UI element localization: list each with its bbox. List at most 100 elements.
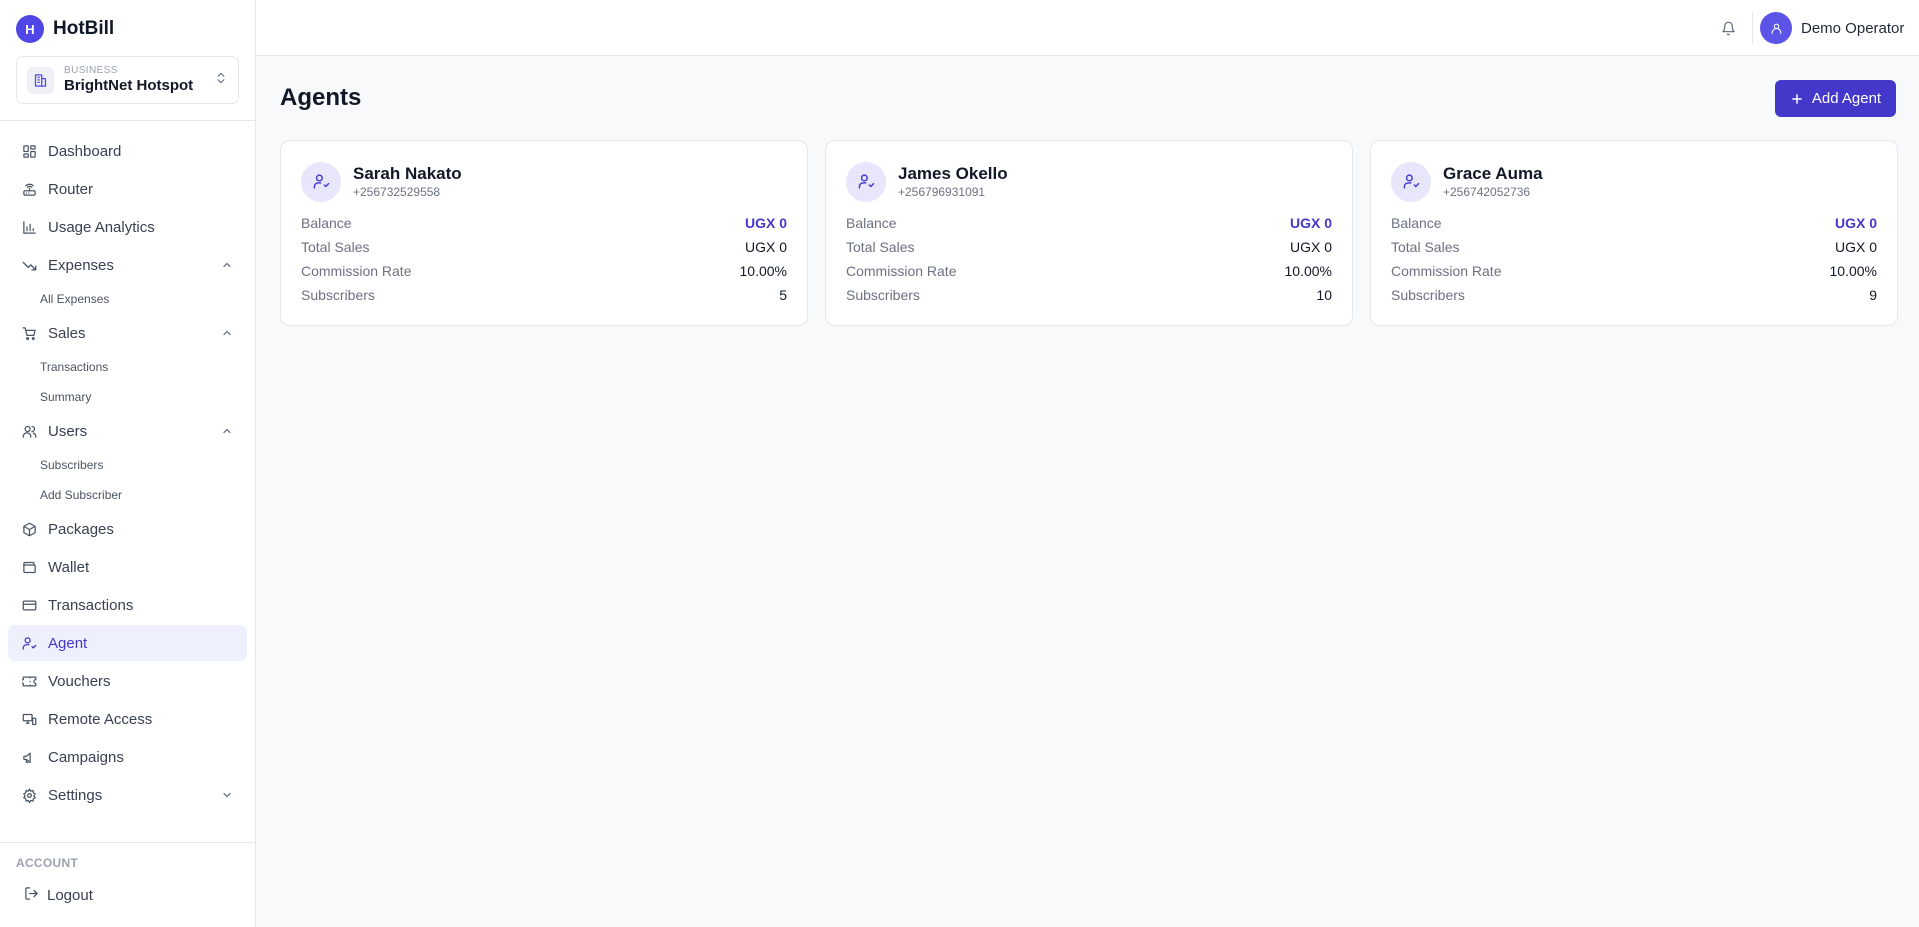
brand-logo: H [16,15,44,43]
bell-icon[interactable] [1717,17,1739,39]
dashboard-icon [20,142,38,160]
sidebar: H HotBill BUSINESS BrightNet Hotspot Das… [0,0,256,927]
subscribers-label: Subscribers [1391,287,1465,303]
sidebar-divider [0,842,255,843]
chevron-up-icon [219,257,235,273]
sidebar-subitem-subscribers[interactable]: Subscribers [8,451,247,479]
sidebar-item-sales[interactable]: Sales [8,315,247,351]
user-menu[interactable]: Demo Operator [1760,12,1904,44]
sidebar-nav: Dashboard Router Usage Analytics Expense… [8,133,247,815]
agent-stats: Balance UGX 0 Total Sales UGX 0 Commission… [301,211,787,307]
business-switcher[interactable]: BUSINESS BrightNet Hotspot [16,56,239,104]
sidebar-item-wallet[interactable]: Wallet [8,549,247,585]
sidebar-item-label: Users [48,422,88,440]
user-name: Demo Operator [1801,19,1905,37]
agent-cards: Sarah Nakato +256732529558 Balance UGX 0 … [280,140,1898,326]
ticket-icon [20,672,38,690]
chevrons-up-down-icon [214,71,228,90]
agent-stats: Balance UGX 0 Total Sales UGX 0 Commission… [846,211,1332,307]
balance-value: UGX 0 [744,215,787,231]
trending-down-icon [20,256,38,274]
agent-name: Grace Auma [1443,164,1543,183]
sidebar-subitem-summary[interactable]: Summary [8,383,247,411]
commission-row: Commission Rate 10.00% [301,259,787,283]
sidebar-item-remote-access[interactable]: Remote Access [8,701,247,737]
sidebar-subitem-all-expenses[interactable]: All Expenses [8,285,247,313]
agent-card[interactable]: Grace Auma +256742052736 Balance UGX 0 To… [1370,140,1898,326]
total-sales-value: UGX 0 [1289,239,1332,255]
bar-chart-icon [20,218,38,236]
agent-name: James Okello [898,164,1008,183]
balance-value: UGX 0 [1834,215,1877,231]
sidebar-item-label: Expenses [48,256,114,274]
sidebar-subitem-add-subscriber[interactable]: Add Subscriber [8,481,247,509]
total-sales-label: Total Sales [301,239,370,255]
router-icon [20,180,38,198]
megaphone-icon [20,748,38,766]
sidebar-item-dashboard[interactable]: Dashboard [8,133,247,169]
balance-row: Balance UGX 0 [846,211,1332,235]
agent-name: Sarah Nakato [353,164,462,183]
sidebar-item-campaigns[interactable]: Campaigns [8,739,247,775]
logout-button[interactable]: Logout [24,886,93,905]
user-check-icon [1391,161,1431,202]
agent-card[interactable]: Sarah Nakato +256732529558 Balance UGX 0 … [280,140,808,326]
subscribers-value: 10 [1316,287,1332,303]
sidebar-item-agent[interactable]: Agent [8,625,247,661]
account-section-label: ACCOUNT [16,856,79,870]
business-text: BUSINESS BrightNet Hotspot [64,65,214,95]
sidebar-item-router[interactable]: Router [8,171,247,207]
total-sales-row: Total Sales UGX 0 [846,235,1332,259]
balance-label: Balance [1391,215,1442,231]
sidebar-item-label: Settings [48,786,103,804]
sidebar-item-usage-analytics[interactable]: Usage Analytics [8,209,247,245]
add-agent-button[interactable]: Add Agent [1775,80,1896,117]
agent-stats: Balance UGX 0 Total Sales UGX 0 Commission… [1391,211,1877,307]
sidebar-item-transactions[interactable]: Transactions [8,587,247,623]
package-icon [20,520,38,538]
total-sales-value: UGX 0 [744,239,787,255]
credit-card-icon [20,596,38,614]
balance-label: Balance [301,215,352,231]
sidebar-item-vouchers[interactable]: Vouchers [8,663,247,699]
agent-card-header: Grace Auma +256742052736 [1391,161,1877,202]
sidebar-item-label: Wallet [48,558,90,576]
add-agent-label: Add Agent [1811,90,1882,107]
sidebar-item-label: Dashboard [48,142,122,160]
subscribers-row: Subscribers 10 [846,283,1332,307]
brand[interactable]: H HotBill [0,0,255,58]
subscribers-label: Subscribers [846,287,920,303]
subscribers-row: Subscribers 9 [1391,283,1877,307]
chevron-down-icon [219,787,235,803]
total-sales-row: Total Sales UGX 0 [301,235,787,259]
sidebar-item-expenses[interactable]: Expenses [8,247,247,283]
gear-icon [20,786,38,804]
commission-value: 10.00% [1829,263,1877,279]
sidebar-item-label: Usage Analytics [48,218,155,236]
business-name: BrightNet Hotspot [64,77,194,94]
cart-icon [20,324,38,342]
sidebar-item-label: Sales [48,324,86,342]
agent-phone: +256732529558 [353,185,441,199]
sidebar-item-label: Vouchers [48,672,111,690]
plus-icon [1790,92,1804,106]
logout-label: Logout [47,887,93,904]
sidebar-subitem-transactions[interactable]: Transactions [8,353,247,381]
agent-card[interactable]: James Okello +256796931091 Balance UGX 0 … [825,140,1353,326]
commission-label: Commission Rate [1391,263,1502,279]
total-sales-label: Total Sales [846,239,915,255]
sidebar-item-packages[interactable]: Packages [8,511,247,547]
top-header: Demo Operator [256,0,1919,56]
sidebar-divider [0,120,255,121]
user-check-icon [846,161,886,202]
agent-identity: James Okello +256796931091 [898,163,1008,200]
sidebar-item-settings[interactable]: Settings [8,777,247,813]
agent-phone: +256796931091 [898,185,986,199]
sidebar-item-users[interactable]: Users [8,413,247,449]
page-title: Agents [280,84,362,111]
user-check-icon [301,161,341,202]
sidebar-item-label: Agent [48,634,88,652]
sidebar-item-label: Campaigns [48,748,124,766]
chevron-up-icon [219,423,235,439]
logout-icon [24,886,39,905]
